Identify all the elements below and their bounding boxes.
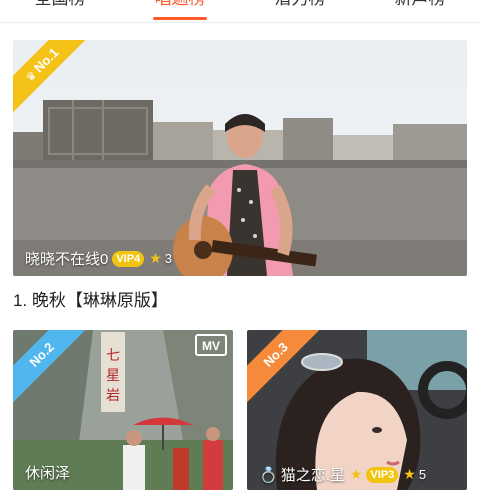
mv-icon: MV — [195, 334, 227, 356]
song-title[interactable]: 1. 晚秋【琳琳原版】 — [13, 286, 168, 311]
star-icon: ★ — [349, 466, 363, 482]
tab-underline — [153, 17, 207, 20]
tab-national[interactable]: 全国榜 — [0, 0, 120, 22]
rank-ribbon: No.2 — [13, 330, 91, 408]
rank-label: No.1 — [30, 44, 62, 76]
ring-icon: 💍 — [259, 466, 278, 484]
rank-ribbon: ♛No.1 — [13, 40, 91, 118]
username[interactable]: 晓晓不在线0 — [25, 248, 108, 269]
tab-label: 新声榜 — [395, 0, 446, 8]
star-icon: ★ — [149, 250, 162, 266]
tab-sing-everywhere[interactable]: 唱遍榜 — [120, 0, 240, 22]
vip-badge: VIP4 — [112, 250, 145, 267]
username[interactable]: 猫之恋.星 — [281, 464, 345, 485]
tab-label: 潜力榜 — [275, 0, 326, 8]
star-icon: ★ — [403, 466, 416, 482]
rank-card-2[interactable]: 七 星 岩 No.2 MV 休闲泽 — [13, 330, 233, 490]
svg-text:岩: 岩 — [106, 388, 120, 404]
tab-label: 唱遍榜 — [155, 0, 206, 8]
tabs-divider — [0, 22, 480, 23]
tab-potential[interactable]: 潜力榜 — [240, 0, 360, 22]
tab-new-voice[interactable]: 新声榜 — [360, 0, 480, 22]
vip-badge: VIP3 — [366, 466, 399, 483]
featured-info: 晓晓不在线0 VIP4 ★ 3 — [25, 248, 172, 269]
rank-ribbon: No.3 — [247, 330, 325, 408]
rank-label: No.2 — [26, 339, 57, 370]
rank-card-3[interactable]: No.3 💍 猫之恋.星 ★ VIP3 ★ 5 — [247, 330, 467, 490]
rank-tabs: 全国榜 唱遍榜 潜力榜 新声榜 — [0, 0, 480, 22]
tab-label: 全国榜 — [35, 0, 86, 8]
star-count: 3 — [164, 251, 172, 266]
item-info: 💍 猫之恋.星 ★ VIP3 ★ 5 — [259, 464, 426, 485]
featured-card[interactable]: ♛No.1 晓晓不在线0 VIP4 ★ 3 — [13, 40, 467, 276]
rank-label: No.3 — [260, 339, 291, 370]
svg-text:星: 星 — [106, 368, 120, 384]
svg-text:七: 七 — [106, 348, 120, 364]
